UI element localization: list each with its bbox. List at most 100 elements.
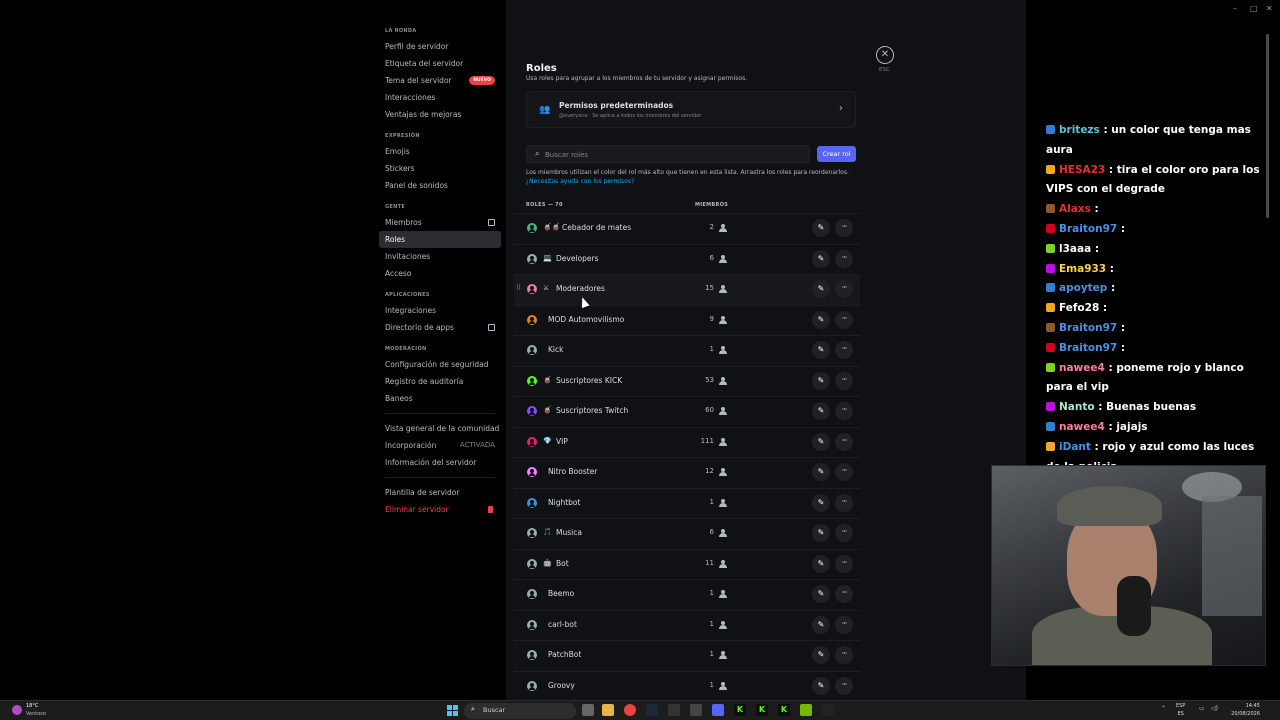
more-options-button[interactable]: ··· — [835, 646, 853, 664]
sidebar-item-roles[interactable]: Roles — [379, 231, 501, 248]
nvidia-icon[interactable] — [800, 704, 812, 716]
role-row[interactable]: PatchBot 1 ✎ ··· — [514, 640, 860, 671]
sidebar-item-registro-de-auditoria[interactable]: Registro de auditoría — [379, 373, 501, 390]
sidebar-item-interacciones[interactable]: Interacciones — [379, 89, 501, 106]
sidebar-item-configuracion-de-seguridad[interactable]: Configuración de seguridad — [379, 356, 501, 373]
edit-role-button[interactable]: ✎ — [812, 402, 830, 420]
app-icon[interactable] — [690, 704, 702, 716]
minimize-button[interactable]: – — [1233, 4, 1237, 13]
chevron-up-icon[interactable]: ⌃ — [1161, 705, 1166, 712]
role-row[interactable]: Nitro Booster 12 ✎ ··· — [514, 457, 860, 488]
kick-icon[interactable]: K — [778, 704, 790, 716]
sidebar-item-integraciones[interactable]: Integraciones — [379, 302, 501, 319]
role-row[interactable]: Kick 1 ✎ ··· — [514, 335, 860, 366]
more-options-button[interactable]: ··· — [835, 524, 853, 542]
kick-icon[interactable]: K — [734, 704, 746, 716]
role-row[interactable]: 🎵 Musica 6 ✎ ··· — [514, 518, 860, 549]
kick-icon[interactable]: K — [756, 704, 768, 716]
sidebar-item-invitaciones[interactable]: Invitaciones — [379, 248, 501, 265]
role-row[interactable]: ⠿ ⚔ Moderadores 15 ✎ ··· — [514, 274, 860, 305]
sidebar-item-community-overview[interactable]: Vista general de la comunidad — [379, 420, 501, 437]
edit-role-button[interactable]: ✎ — [812, 585, 830, 603]
sidebar-item-onboarding[interactable]: Incorporación ACTIVADA — [379, 437, 501, 454]
edit-role-button[interactable]: ✎ — [812, 341, 830, 359]
role-row[interactable]: 🧉 Suscriptores KICK 53 ✎ ··· — [514, 365, 860, 397]
obs-icon[interactable] — [822, 704, 834, 716]
more-options-button[interactable]: ··· — [835, 280, 853, 298]
taskbar-search[interactable]: ⌕ Buscar — [464, 703, 576, 719]
sidebar-item-stickers[interactable]: Stickers — [379, 160, 501, 177]
more-options-button[interactable]: ··· — [835, 676, 853, 695]
more-options-button[interactable]: ··· — [835, 493, 853, 512]
role-row[interactable]: 💎 VIP 111 ✎ ··· — [514, 426, 860, 458]
weather-widget[interactable]: 18°C Ventoso — [12, 703, 56, 719]
sidebar-item-server-info[interactable]: Información del servidor — [379, 454, 501, 471]
role-row[interactable]: Beemo 1 ✎ ··· — [514, 579, 860, 610]
edit-role-button[interactable]: ✎ — [812, 493, 830, 512]
role-row[interactable]: MOD Automovilismo 9 ✎ ··· — [514, 304, 860, 336]
sidebar-item-baneos[interactable]: Baneos — [379, 390, 501, 407]
edit-role-button[interactable]: ✎ — [812, 524, 830, 542]
volume-icon[interactable]: ◁) — [1211, 705, 1218, 712]
more-options-button[interactable]: ··· — [835, 615, 853, 634]
search-input[interactable] — [545, 148, 795, 161]
role-row[interactable]: Groovy 1 ✎ ··· — [514, 670, 860, 702]
edit-role-button[interactable]: ✎ — [812, 310, 830, 329]
file-explorer-icon[interactable] — [602, 704, 614, 716]
more-options-button[interactable]: ··· — [835, 585, 853, 603]
close-button[interactable]: ✕ — [876, 46, 894, 64]
sidebar-item-panel-de-sonidos[interactable]: Panel de sonidos — [379, 177, 501, 194]
system-clock[interactable]: 14:45 20/08/2026 — [1228, 702, 1260, 718]
delete-server-button[interactable]: Eliminar servidor — [379, 501, 501, 518]
edit-role-button[interactable]: ✎ — [812, 219, 830, 237]
sidebar-item-ventajas-de-mejoras[interactable]: Ventajas de mejoras — [379, 106, 501, 123]
edit-role-button[interactable]: ✎ — [812, 463, 830, 481]
role-row[interactable]: 🤖 Bot 11 ✎ ··· — [514, 548, 860, 580]
more-options-button[interactable]: ··· — [835, 310, 853, 329]
edit-role-button[interactable]: ✎ — [812, 249, 830, 268]
sidebar-item-miembros[interactable]: Miembros — [379, 214, 501, 231]
help-permissions-link[interactable]: ¿Necesitas ayuda con los permisos? — [526, 177, 866, 186]
role-row[interactable]: carl-bot 1 ✎ ··· — [514, 609, 860, 641]
sidebar-item-emojis[interactable]: Emojis — [379, 143, 501, 160]
settings-sidebar: LA RONDA Perfil de servidor Etiqueta del s… — [0, 0, 506, 700]
sidebar-item-tema-del-servidor[interactable]: Tema del servidor NUEVO — [379, 72, 501, 89]
steam-icon[interactable] — [646, 704, 658, 716]
task-view-icon[interactable] — [582, 704, 594, 716]
edit-role-button[interactable]: ✎ — [812, 676, 830, 695]
language-indicator[interactable]: ESP ES — [1176, 702, 1185, 718]
role-row[interactable]: 💻 Developers 6 ✎ ··· — [514, 243, 860, 275]
sidebar-item-acceso[interactable]: Acceso — [379, 265, 501, 282]
more-options-button[interactable]: ··· — [835, 371, 853, 390]
start-button[interactable] — [447, 705, 458, 716]
more-options-button[interactable]: ··· — [835, 249, 853, 268]
more-options-button[interactable]: ··· — [835, 341, 853, 359]
drag-handle-icon[interactable]: ⠿ — [516, 284, 521, 292]
capcut-icon[interactable] — [668, 704, 680, 716]
sidebar-item-perfil-de-servidor[interactable]: Perfil de servidor — [379, 38, 501, 55]
close-window-button[interactable]: ✕ — [1266, 4, 1273, 13]
edit-role-button[interactable]: ✎ — [812, 554, 830, 573]
sidebar-item-directorio-de-apps[interactable]: Directorio de apps — [379, 319, 501, 336]
edit-role-button[interactable]: ✎ — [812, 432, 830, 451]
network-icon[interactable]: ▭ — [1199, 705, 1205, 712]
sidebar-item-server-template[interactable]: Plantilla de servidor — [379, 484, 501, 501]
chrome-icon[interactable] — [624, 704, 636, 716]
maximize-button[interactable]: □ — [1250, 4, 1258, 13]
more-options-button[interactable]: ··· — [835, 432, 853, 451]
more-options-button[interactable]: ··· — [835, 402, 853, 420]
sidebar-item-etiqueta-del-servidor[interactable]: Etiqueta del servidor — [379, 55, 501, 72]
more-options-button[interactable]: ··· — [835, 219, 853, 237]
role-row[interactable]: 🧉 Suscriptores Twitch 60 ✎ ··· — [514, 396, 860, 427]
more-options-button[interactable]: ··· — [835, 554, 853, 573]
edit-role-button[interactable]: ✎ — [812, 371, 830, 390]
more-options-button[interactable]: ··· — [835, 463, 853, 481]
edit-role-button[interactable]: ✎ — [812, 646, 830, 664]
role-row[interactable]: 🧉🧉 Cebador de mates 2 ✎ ··· — [514, 213, 860, 244]
discord-icon[interactable] — [712, 704, 724, 716]
create-role-button[interactable]: Crear rol — [817, 146, 856, 162]
edit-role-button[interactable]: ✎ — [812, 615, 830, 634]
default-permissions-card[interactable]: 👥 Permisos predeterminados @everyone · S… — [526, 91, 856, 128]
edit-role-button[interactable]: ✎ — [812, 280, 830, 298]
role-row[interactable]: Nightbot 1 ✎ ··· — [514, 487, 860, 519]
